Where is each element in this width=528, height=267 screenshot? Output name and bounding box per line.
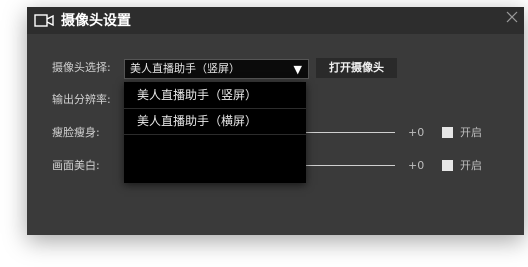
whitening-checkbox[interactable] [442,160,453,171]
video-camera-icon [34,14,54,27]
dialog-title: 摄像头设置 [61,13,131,29]
whitening-checkbox-label: 开启 [460,159,482,172]
whitening-label: 画面美白: [52,159,100,172]
camera-select[interactable]: 美人直播助手（竖屏） ▼ [124,59,309,79]
slim-face-checkbox-label: 开启 [460,126,482,139]
close-icon[interactable] [506,11,518,23]
chevron-down-icon[interactable]: ▼ [294,63,302,77]
camera-select-value: 美人直播助手（竖屏） [130,62,240,75]
slim-face-slider[interactable] [306,132,395,133]
slim-face-label: 瘦脸瘦身: [52,126,100,139]
slim-face-checkbox[interactable] [442,127,453,138]
whitening-slider[interactable] [306,165,395,166]
dropdown-divider [124,134,306,135]
whitening-value: +0 [408,159,425,172]
camera-select-label: 摄像头选择: [52,61,111,74]
camera-dropdown-list: 美人直播助手（竖屏） 美人直播助手（横屏） [124,82,306,183]
camera-settings-dialog: 摄像头设置 摄像头选择: 美人直播助手（竖屏） ▼ 打开摄像头 输出分辨率: 瘦… [27,7,524,235]
title-bar: 摄像头设置 [27,7,524,34]
slim-face-value: +0 [408,126,425,139]
resolution-label: 输出分辨率: [52,93,111,106]
dropdown-option-portrait[interactable]: 美人直播助手（竖屏） [124,83,306,107]
dropdown-option-landscape[interactable]: 美人直播助手（横屏） [124,109,306,133]
open-camera-button[interactable]: 打开摄像头 [316,58,397,78]
